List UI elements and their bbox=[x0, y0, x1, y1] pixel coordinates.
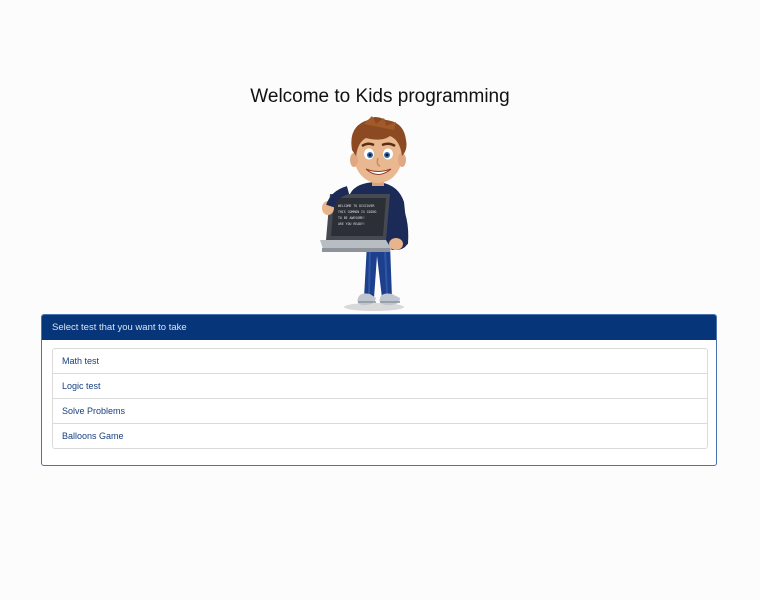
test-link-math[interactable]: Math test bbox=[53, 349, 707, 374]
test-list: Math test Logic test Solve Problems Ball… bbox=[52, 348, 708, 449]
laptop-screen-line-2: THIS COMMON IS GOING bbox=[338, 210, 376, 214]
laptop-screen-line-3: TO BE AWESOME! bbox=[338, 216, 365, 220]
laptop-screen-line-1: WELCOME TO DISCOVER bbox=[338, 204, 375, 208]
cartoon-boy-with-laptop-image: WELCOME TO DISCOVER THIS COMMON IS GOING… bbox=[320, 116, 409, 311]
test-link-balloons-game[interactable]: Balloons Game bbox=[53, 424, 707, 448]
panel-heading: Select test that you want to take bbox=[42, 315, 716, 340]
test-link-solve-problems[interactable]: Solve Problems bbox=[53, 399, 707, 424]
laptop-screen-line-4: ARE YOU READY! bbox=[338, 222, 365, 226]
test-link-logic[interactable]: Logic test bbox=[53, 374, 707, 399]
page-title: Welcome to Kids programming bbox=[250, 86, 510, 107]
test-selection-panel: Select test that you want to take Math t… bbox=[41, 314, 717, 466]
mascot-illustration: WELCOME TO DISCOVER THIS COMMON IS GOING… bbox=[312, 116, 422, 314]
